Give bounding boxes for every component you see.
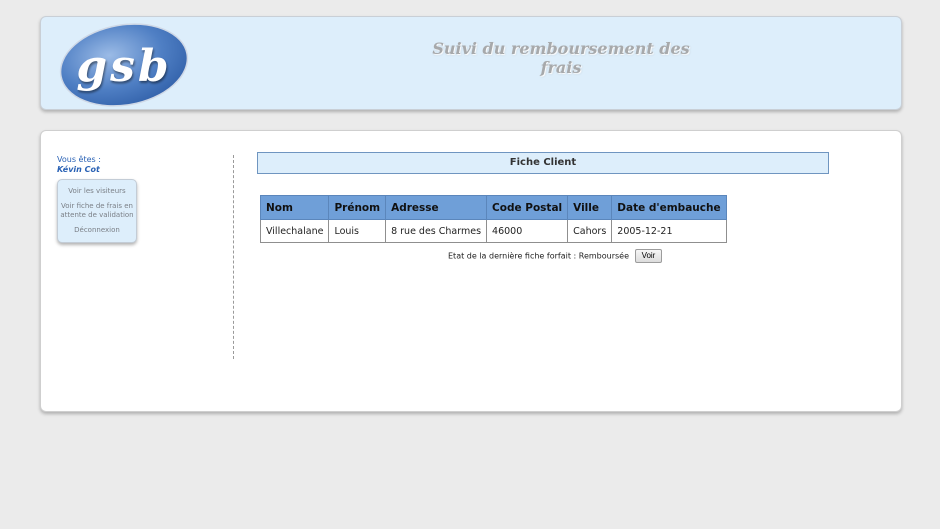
- gsb-logo: gsb: [57, 23, 191, 107]
- voir-button[interactable]: Voir: [634, 249, 663, 263]
- panel-title: Fiche Client: [257, 152, 829, 174]
- table-header-row: Nom Prénom Adresse Code Postal Ville Dat…: [259, 195, 727, 220]
- column-header-ville: Ville: [567, 195, 613, 220]
- table-row: Villechalane Louis 8 rue des Charmes 460…: [259, 219, 727, 243]
- menu-item-fiches-attente[interactable]: Voir fiche de frais en attente de valida…: [60, 199, 134, 223]
- cell-adresse: 8 rue des Charmes: [385, 219, 488, 243]
- column-header-adresse: Adresse: [385, 195, 488, 220]
- cell-nom: Villechalane: [259, 219, 330, 243]
- cell-code-postal: 46000: [486, 219, 569, 243]
- column-header-code-postal: Code Postal: [486, 195, 569, 220]
- sidebar: Vous êtes : Kévin Cot Voir les visiteurs…: [57, 155, 234, 359]
- main-panel: Vous êtes : Kévin Cot Voir les visiteurs…: [40, 130, 902, 412]
- user-name: Kévin Cot: [57, 165, 100, 174]
- site-header: gsb Suivi du remboursement des frais: [40, 16, 902, 110]
- sidebar-menu: Voir les visiteurs Voir fiche de frais e…: [57, 179, 137, 243]
- cell-prenom: Louis: [328, 219, 387, 243]
- menu-item-deconnexion[interactable]: Déconnexion: [60, 223, 134, 238]
- column-header-nom: Nom: [259, 195, 330, 220]
- menu-item-voir-visiteurs[interactable]: Voir les visiteurs: [60, 184, 134, 199]
- column-header-date-embauche: Date d'embauche: [611, 195, 727, 220]
- cell-ville: Cahors: [567, 219, 613, 243]
- page: gsb Suivi du remboursement des frais Vou…: [0, 0, 940, 529]
- cell-date-embauche: 2005-12-21: [611, 219, 727, 243]
- site-title: Suivi du remboursement des frais: [432, 39, 690, 77]
- logo-text: gsb: [76, 41, 172, 92]
- you-are-label: Vous êtes :: [57, 155, 101, 164]
- status-text: Etat de la dernière fiche forfait : Remb…: [448, 251, 630, 261]
- client-table: Nom Prénom Adresse Code Postal Ville Dat…: [259, 195, 727, 243]
- column-header-prenom: Prénom: [328, 195, 387, 220]
- status-line: Etat de la dernière fiche forfait : Remb…: [448, 249, 663, 264]
